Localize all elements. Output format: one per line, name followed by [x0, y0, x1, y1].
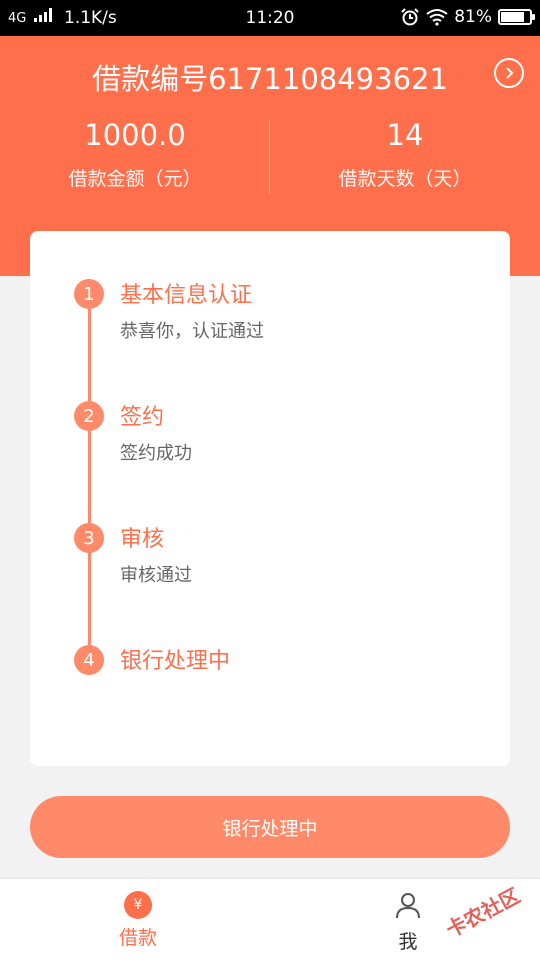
- battery-icon: [498, 9, 535, 25]
- progress-track: [88, 293, 91, 659]
- loan-amount-label: 借款金额（元）: [68, 168, 202, 190]
- step-desc: 恭喜你，认证通过: [120, 321, 264, 342]
- battery-fill: [501, 12, 524, 22]
- loan-days-label: 借款天数（天）: [338, 168, 472, 190]
- loan-days-stat: 14 借款天数（天）: [270, 118, 540, 191]
- loan-days-value: 14: [386, 118, 424, 152]
- status-right-group: 81%: [400, 7, 535, 27]
- step-number: 2: [74, 401, 104, 431]
- wifi-icon: [426, 9, 448, 26]
- step-number: 4: [74, 645, 104, 675]
- user-icon: [396, 893, 420, 919]
- step-number: 3: [74, 523, 104, 553]
- chevron-right-icon: [506, 67, 514, 79]
- loan-number: 借款编号6171108493621: [92, 62, 448, 96]
- step-desc: 签约成功: [120, 443, 192, 464]
- step-title: 基本信息认证: [120, 283, 253, 308]
- step-title: 审核: [120, 527, 165, 552]
- step-desc: 审核通过: [120, 565, 192, 586]
- bank-processing-button[interactable]: 银行处理中: [30, 796, 510, 858]
- loan-amount-stat: 1000.0 借款金额（元）: [0, 118, 270, 191]
- loan-amount-value: 1000.0: [84, 118, 186, 152]
- yen-icon: ¥: [124, 891, 152, 919]
- loan-detail-button[interactable]: [494, 58, 524, 88]
- progress-card: 1 基本信息认证 恭喜你，认证通过 2 签约 签约成功 3 审核 审核通过 4 …: [30, 231, 510, 766]
- step-number: 1: [74, 279, 104, 309]
- tab-loan[interactable]: ¥ 借款: [78, 891, 198, 950]
- tab-loan-label: 借款: [118, 927, 157, 949]
- status-bar: 4G 1.1K/s 11:20 81%: [0, 0, 540, 36]
- battery-percent: 81%: [454, 7, 492, 27]
- alarm-icon: [401, 8, 419, 26]
- step-title: 签约: [120, 405, 165, 430]
- step-title: 银行处理中: [120, 649, 231, 674]
